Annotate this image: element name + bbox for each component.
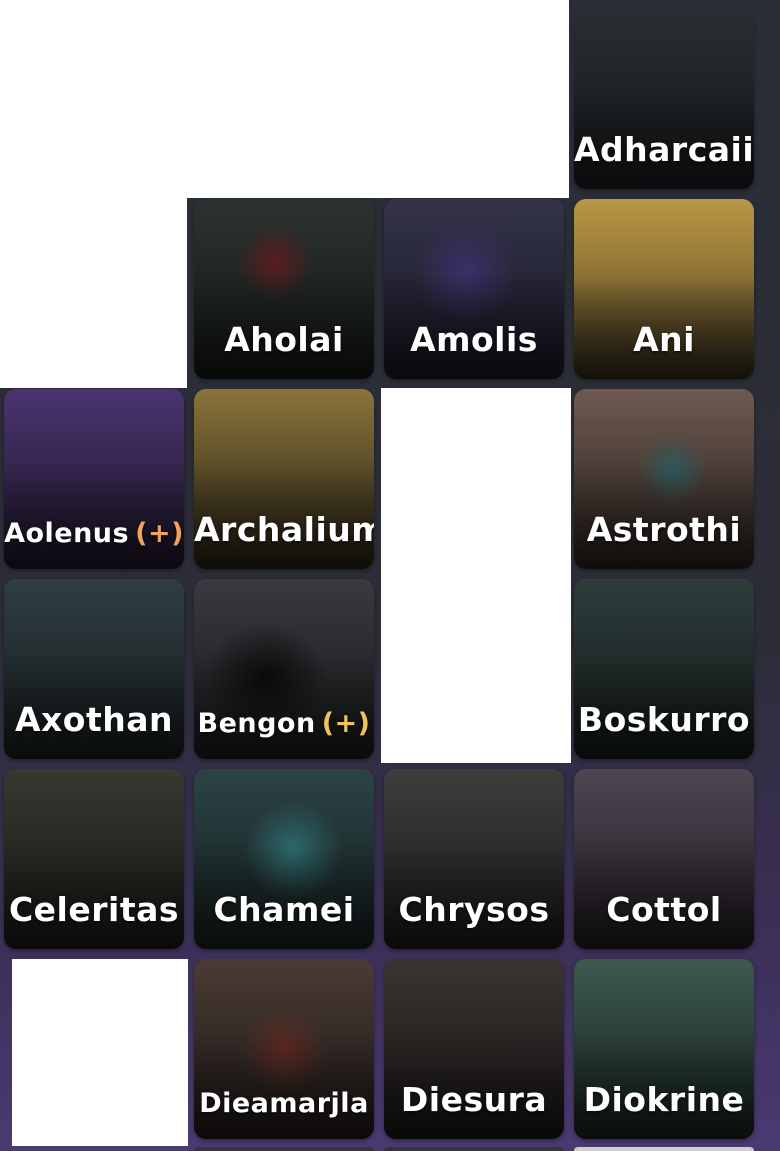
- creature-tile-ani[interactable]: Ani: [574, 199, 754, 379]
- creature-tile-boskurro[interactable]: Boskurro: [574, 579, 754, 759]
- creature-name: Cottol: [606, 890, 722, 929]
- creature-name: Aolenus (+): [4, 518, 184, 549]
- loading-placeholder: [12, 959, 188, 1146]
- creature-tile-cottol[interactable]: Cottol: [574, 769, 754, 949]
- creature-tile-diokrine[interactable]: Diokrine: [574, 959, 754, 1139]
- creature-tile-dieamarjla[interactable]: Dieamarjla: [194, 959, 374, 1139]
- creature-tile-diesura[interactable]: Diesura: [384, 959, 564, 1139]
- creature-name: Axothan: [14, 700, 174, 739]
- creature-name: Aholai: [224, 320, 344, 359]
- creature-tile-chrysos[interactable]: Chrysos: [384, 769, 564, 949]
- creature-name: Boskurro: [577, 700, 751, 739]
- creature-name: Chamei: [213, 890, 355, 929]
- creature-tile-chamei[interactable]: Chamei: [194, 769, 374, 949]
- creature-tile-archalium[interactable]: Archalium: [194, 389, 374, 569]
- creature-tile-bengon[interactable]: Bengon (+): [194, 579, 374, 759]
- loading-placeholder: [381, 388, 571, 763]
- creature-tile-axothan[interactable]: Axothan: [4, 579, 184, 759]
- creature-name: Astrothi: [586, 510, 742, 549]
- creature-name: Diesura: [400, 1080, 548, 1119]
- creature-name: Bengon (+): [197, 708, 371, 739]
- creature-name: Dieamarjla: [199, 1088, 369, 1119]
- creature-tile-partial[interactable]: [574, 1147, 754, 1151]
- creature-tile-aolenus[interactable]: Aolenus (+): [4, 389, 184, 569]
- plus-badge: (+): [135, 518, 184, 549]
- creature-name: Archalium: [194, 510, 374, 549]
- creature-tile-adharcaiin[interactable]: Adharcaiin: [574, 9, 754, 189]
- creature-tile-partial[interactable]: [384, 1147, 564, 1151]
- plus-badge: (+): [321, 708, 371, 739]
- creature-tile-partial[interactable]: [194, 1147, 374, 1151]
- creature-name: Celeritas: [8, 890, 180, 929]
- creature-tile-celeritas[interactable]: Celeritas: [4, 769, 184, 949]
- creature-tile-amolis[interactable]: Amolis: [384, 199, 564, 379]
- creature-tile-astrothi[interactable]: Astrothi: [574, 389, 754, 569]
- creature-name: Ani: [633, 320, 695, 359]
- loading-placeholder: [0, 198, 187, 388]
- creature-name: Adharcaiin: [574, 130, 754, 169]
- loading-placeholder: [0, 0, 569, 198]
- creature-name: Chrysos: [398, 890, 550, 929]
- creature-name: Amolis: [410, 320, 538, 359]
- creature-grid: Adharcaiin Aholai Amolis Ani Aolenus(+) …: [0, 0, 780, 1151]
- creature-name: Diokrine: [583, 1080, 745, 1119]
- creature-tile-aholai[interactable]: Aholai: [194, 199, 374, 379]
